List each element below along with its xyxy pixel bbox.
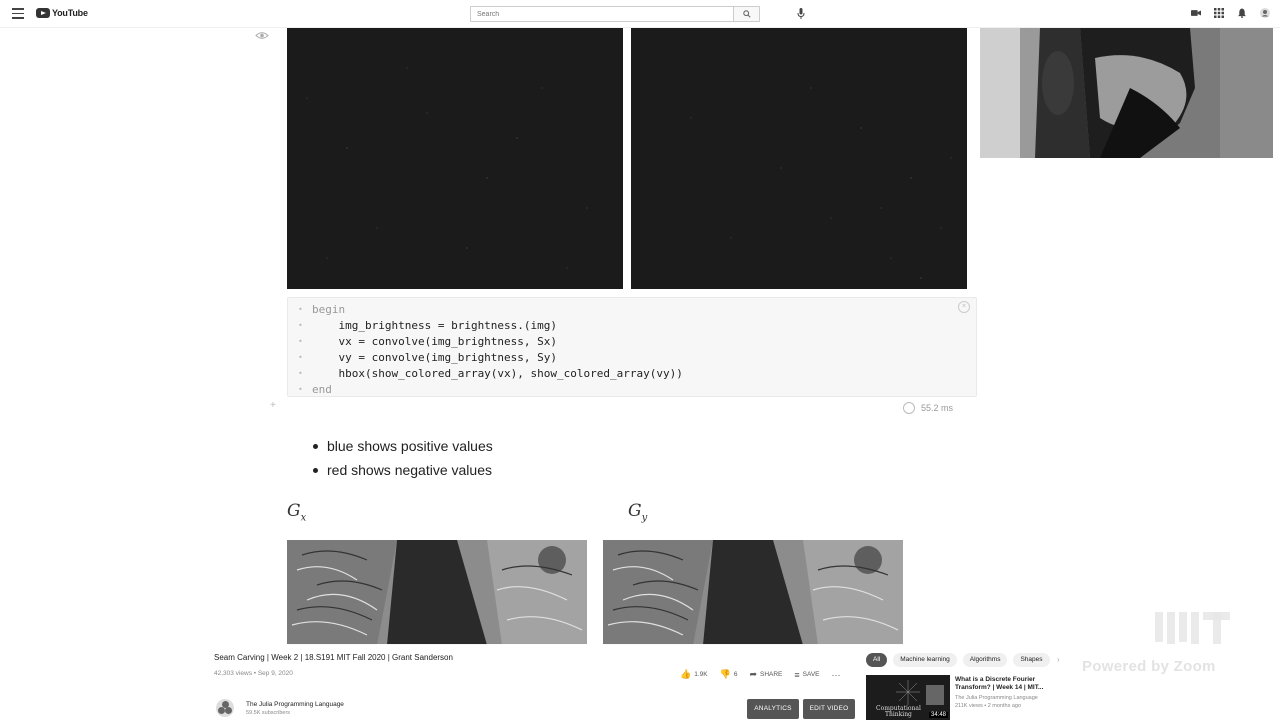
- video-duration: 34:48: [928, 712, 948, 718]
- search-button[interactable]: [733, 7, 759, 21]
- code-line: • vy = convolve(img_brightness, Sy): [298, 351, 558, 364]
- edit-video-button[interactable]: EDIT VIDEO: [803, 699, 855, 719]
- chip-shapes[interactable]: Shapes: [1013, 653, 1050, 667]
- apps-icon[interactable]: [1214, 8, 1224, 18]
- channel-name[interactable]: The Julia Programming Language: [246, 701, 344, 708]
- like-button[interactable]: 👍 1.9K: [680, 669, 708, 680]
- search-icon: [742, 10, 751, 18]
- explanation-list: blue shows positive values red shows neg…: [313, 437, 493, 485]
- recommended-video-channel[interactable]: The Julia Programming Language: [955, 695, 1038, 701]
- chip-all[interactable]: All: [866, 653, 888, 667]
- search-bar: [470, 6, 760, 22]
- gy-heading: Gy: [628, 501, 648, 524]
- code-line: • img_brightness = brightness.(img): [298, 319, 558, 332]
- runtime-text: 55.2 ms: [921, 403, 954, 413]
- code-line: • vx = convolve(img_brightness, Sx): [298, 335, 558, 348]
- save-button[interactable]: ≡ SAVE: [794, 670, 819, 680]
- thumbs-down-icon: 👎: [719, 669, 731, 679]
- chip-algorithms[interactable]: Algorithms: [962, 653, 1008, 667]
- eye-icon[interactable]: [255, 31, 269, 40]
- add-cell-icon[interactable]: +: [270, 400, 276, 411]
- gy-gradient-image: [603, 540, 903, 645]
- analytics-button[interactable]: ANALYTICS: [747, 699, 799, 719]
- related-filter-chips: All Machine learning Algorithms Shapes: [866, 653, 1050, 667]
- recommended-video-title[interactable]: What is a Discrete Fourier Transform? | …: [955, 676, 1055, 692]
- close-cell-icon[interactable]: ×: [958, 301, 970, 313]
- account-icon[interactable]: [1260, 8, 1270, 18]
- video-info-bar: [0, 644, 1280, 720]
- thumbnail-caption: Computational Thinking: [876, 705, 921, 718]
- cell-runtime: 55.2 ms: [903, 402, 953, 414]
- vy-output-image: [631, 28, 967, 289]
- youtube-header: YouTube: [0, 0, 1280, 28]
- video-meta: 42,303 views • Sep 9, 2020: [214, 670, 293, 677]
- video-title: Seam Carving | Week 2 | 18.S191 MIT Fall…: [214, 653, 453, 662]
- run-cell-icon[interactable]: [903, 402, 915, 414]
- share-button[interactable]: ➦ SHARE: [749, 669, 782, 680]
- code-line: • begin: [298, 303, 346, 316]
- code-cell[interactable]: • begin • img_brightness = brightness.(im…: [287, 297, 977, 397]
- vx-output-image: [287, 28, 623, 289]
- presenter-webcam: [980, 28, 1273, 158]
- gx-gradient-art: [287, 540, 587, 645]
- list-item: red shows negative values: [313, 461, 493, 485]
- recommended-video-meta: 211K views • 2 months ago: [955, 703, 1022, 709]
- youtube-play-icon: [36, 8, 50, 18]
- vx-output-speckles: [306, 67, 588, 269]
- list-item: blue shows positive values: [313, 437, 493, 461]
- save-icon: ≡: [794, 669, 800, 680]
- chevron-right-icon[interactable]: ›: [1057, 655, 1060, 664]
- youtube-logo-text: YouTube: [52, 8, 88, 18]
- more-button[interactable]: ···: [832, 670, 841, 680]
- chip-machine-learning[interactable]: Machine learning: [893, 653, 957, 667]
- create-video-icon[interactable]: [1191, 8, 1201, 18]
- gx-heading: Gx: [287, 501, 307, 524]
- channel-subscribers: 59.5K subscribers: [246, 710, 291, 716]
- thumbs-up-icon: 👍: [680, 669, 692, 679]
- dislike-button[interactable]: 👎 6: [720, 669, 738, 680]
- search-input[interactable]: [471, 7, 733, 21]
- notifications-icon[interactable]: [1237, 8, 1247, 18]
- powered-by-zoom-watermark: Powered by Zoom: [1082, 658, 1216, 675]
- code-editor[interactable]: • begin • img_brightness = brightness.(im…: [288, 302, 683, 398]
- share-icon: ➦: [749, 669, 757, 679]
- gy-gradient-art: [603, 540, 903, 645]
- recommended-video-thumbnail[interactable]: Computational Thinking 34:48: [866, 675, 950, 720]
- more-icon: ···: [831, 669, 841, 680]
- channel-avatar[interactable]: [216, 699, 234, 717]
- vy-output-speckles: [690, 87, 952, 279]
- menu-icon[interactable]: [12, 8, 24, 19]
- code-line: • end: [298, 383, 332, 396]
- code-line: • hbox(show_colored_array(vx), show_colo…: [298, 367, 683, 380]
- webcam-image: [980, 28, 1273, 158]
- mic-icon[interactable]: [797, 8, 805, 19]
- youtube-logo[interactable]: YouTube: [36, 8, 88, 18]
- video-actions: 👍 1.9K 👎 6 ➦ SHARE ≡ SAVE ···: [680, 669, 841, 680]
- gx-gradient-image: [287, 540, 587, 645]
